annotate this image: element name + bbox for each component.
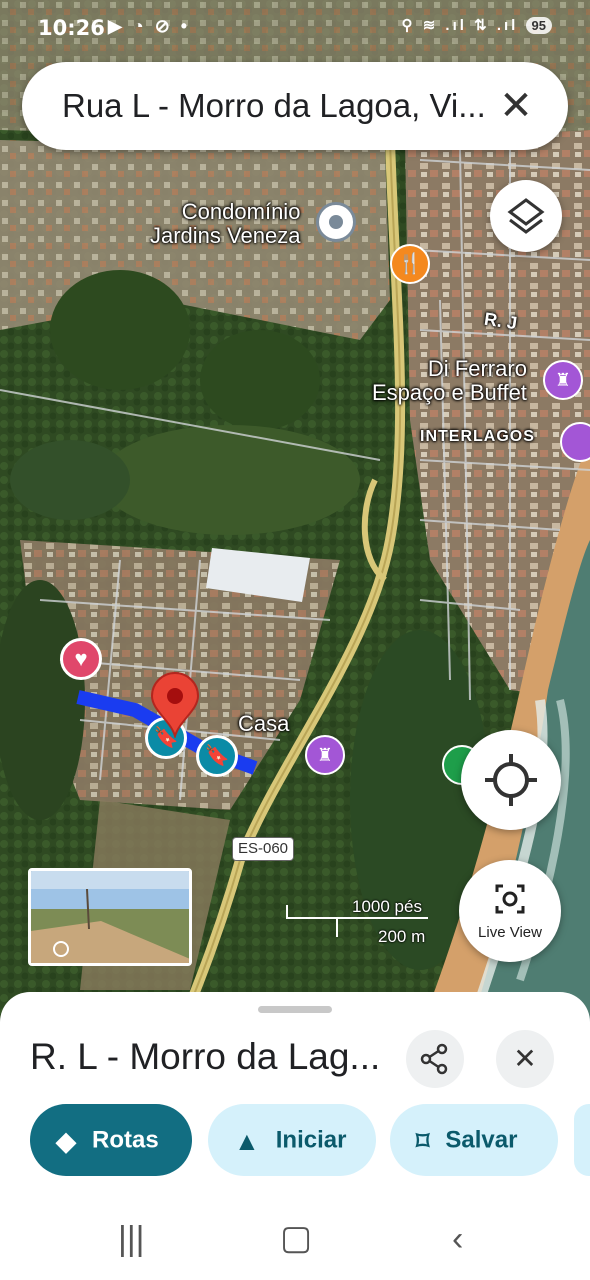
status-time: 10:26 xyxy=(38,16,105,40)
heart-icon: ♥ xyxy=(74,646,88,671)
battery-indicator: 95 xyxy=(525,17,552,34)
signal-icons: ⚲ ≋ .ıl ⇅ .ıl xyxy=(401,17,519,34)
recent-apps-icon[interactable]: ||| xyxy=(118,1220,145,1259)
system-icons: ⚲ ≋ .ıl ⇅ .ıl 95 xyxy=(402,16,552,34)
live-view-label: Live View xyxy=(478,924,542,941)
my-location-button[interactable] xyxy=(461,730,561,830)
directions-icon: ◆ xyxy=(56,1125,76,1156)
condominio-place-marker[interactable] xyxy=(316,202,356,242)
back-icon[interactable]: ‹ xyxy=(452,1220,463,1259)
street-view-thumbnail[interactable] xyxy=(28,868,192,966)
castle-icon: ♜ xyxy=(554,370,572,390)
layers-button[interactable] xyxy=(490,180,562,252)
scale-metric-label: 200 m xyxy=(378,927,426,946)
more-actions-chip[interactable] xyxy=(574,1104,590,1176)
highway-shield: ES-060 xyxy=(232,837,294,861)
search-bar[interactable]: Rua L - Morro da Lagoa, Vi... ✕ xyxy=(22,62,568,150)
favorite-heart-marker[interactable]: ♥ xyxy=(60,638,102,680)
live-view-camera-icon xyxy=(495,884,525,914)
di-ferraro-label[interactable]: Di Ferraro Espaço e Buffet xyxy=(372,356,527,405)
search-query[interactable]: Rua L - Morro da Lagoa, Vi... xyxy=(62,87,492,125)
share-button[interactable] xyxy=(406,1030,464,1088)
crosshair-location-icon xyxy=(485,754,537,806)
place-bottom-sheet[interactable]: R. L - Morro da Lag... ✕ ◆ Rotas ▲ Iniciar… xyxy=(0,992,590,1202)
layers-icon xyxy=(507,198,545,234)
start-label: Iniciar xyxy=(275,1126,347,1154)
red-location-pin-icon[interactable] xyxy=(148,672,202,738)
sheet-drag-handle[interactable] xyxy=(258,1006,332,1013)
share-icon xyxy=(420,1043,448,1075)
status-bar: 10:26 ▶ ◔ ⊘ • ⚲ ≋ .ıl ⇅ .ıl 95 xyxy=(0,10,590,46)
venue-marker[interactable]: ♜ xyxy=(305,735,345,775)
home-icon[interactable]: ▢ xyxy=(280,1218,312,1258)
street-view-photo xyxy=(31,871,189,963)
notification-icons: ▶ ◔ ⊘ • xyxy=(108,16,191,36)
map-view[interactable]: 10:26 ▶ ◔ ⊘ • ⚲ ≋ .ıl ⇅ .ıl 95 Rua L - M… xyxy=(0,0,590,1030)
map-scale: 1000 pés 200 m xyxy=(286,895,436,946)
close-icon[interactable]: ✕ xyxy=(494,84,538,128)
directions-button[interactable]: ◆ Rotas xyxy=(30,1104,192,1176)
bookmark-icon: 🔖 xyxy=(204,745,230,767)
fork-knife-icon: 🍴 xyxy=(397,253,423,275)
scale-imperial-label: 1000 pés xyxy=(352,897,422,916)
navigation-arrow-icon: ▲ xyxy=(234,1125,260,1156)
place-dot-icon xyxy=(329,215,343,229)
condominio-label[interactable]: Condomínio Jardins Veneza xyxy=(150,199,300,248)
save-label: Salvar xyxy=(445,1126,518,1154)
restaurant-marker[interactable]: 🍴 xyxy=(390,244,430,284)
start-navigation-button[interactable]: ▲ Iniciar xyxy=(208,1104,376,1176)
close-icon: ✕ xyxy=(513,1043,537,1074)
castle-icon: ♜ xyxy=(316,745,334,765)
venue-marker-di-ferraro[interactable]: ♜ xyxy=(543,360,583,400)
system-navigation-bar: ||| ▢ ‹ xyxy=(0,1202,590,1280)
save-button[interactable]: ⌑ Salvar xyxy=(390,1104,558,1176)
bookmark-icon: ⌑ xyxy=(416,1125,430,1156)
neighborhood-label-interlagos: INTERLAGOS xyxy=(420,428,535,445)
close-sheet-button[interactable]: ✕ xyxy=(496,1030,554,1088)
scale-tick-metric xyxy=(336,919,338,937)
casa-label[interactable]: Casa xyxy=(238,711,289,736)
place-title: R. L - Morro da Lag... xyxy=(30,1036,381,1077)
live-view-button[interactable]: Live View xyxy=(459,860,561,962)
directions-label: Rotas xyxy=(92,1126,159,1154)
saved-place-marker-casa[interactable]: 🔖 xyxy=(196,735,238,777)
